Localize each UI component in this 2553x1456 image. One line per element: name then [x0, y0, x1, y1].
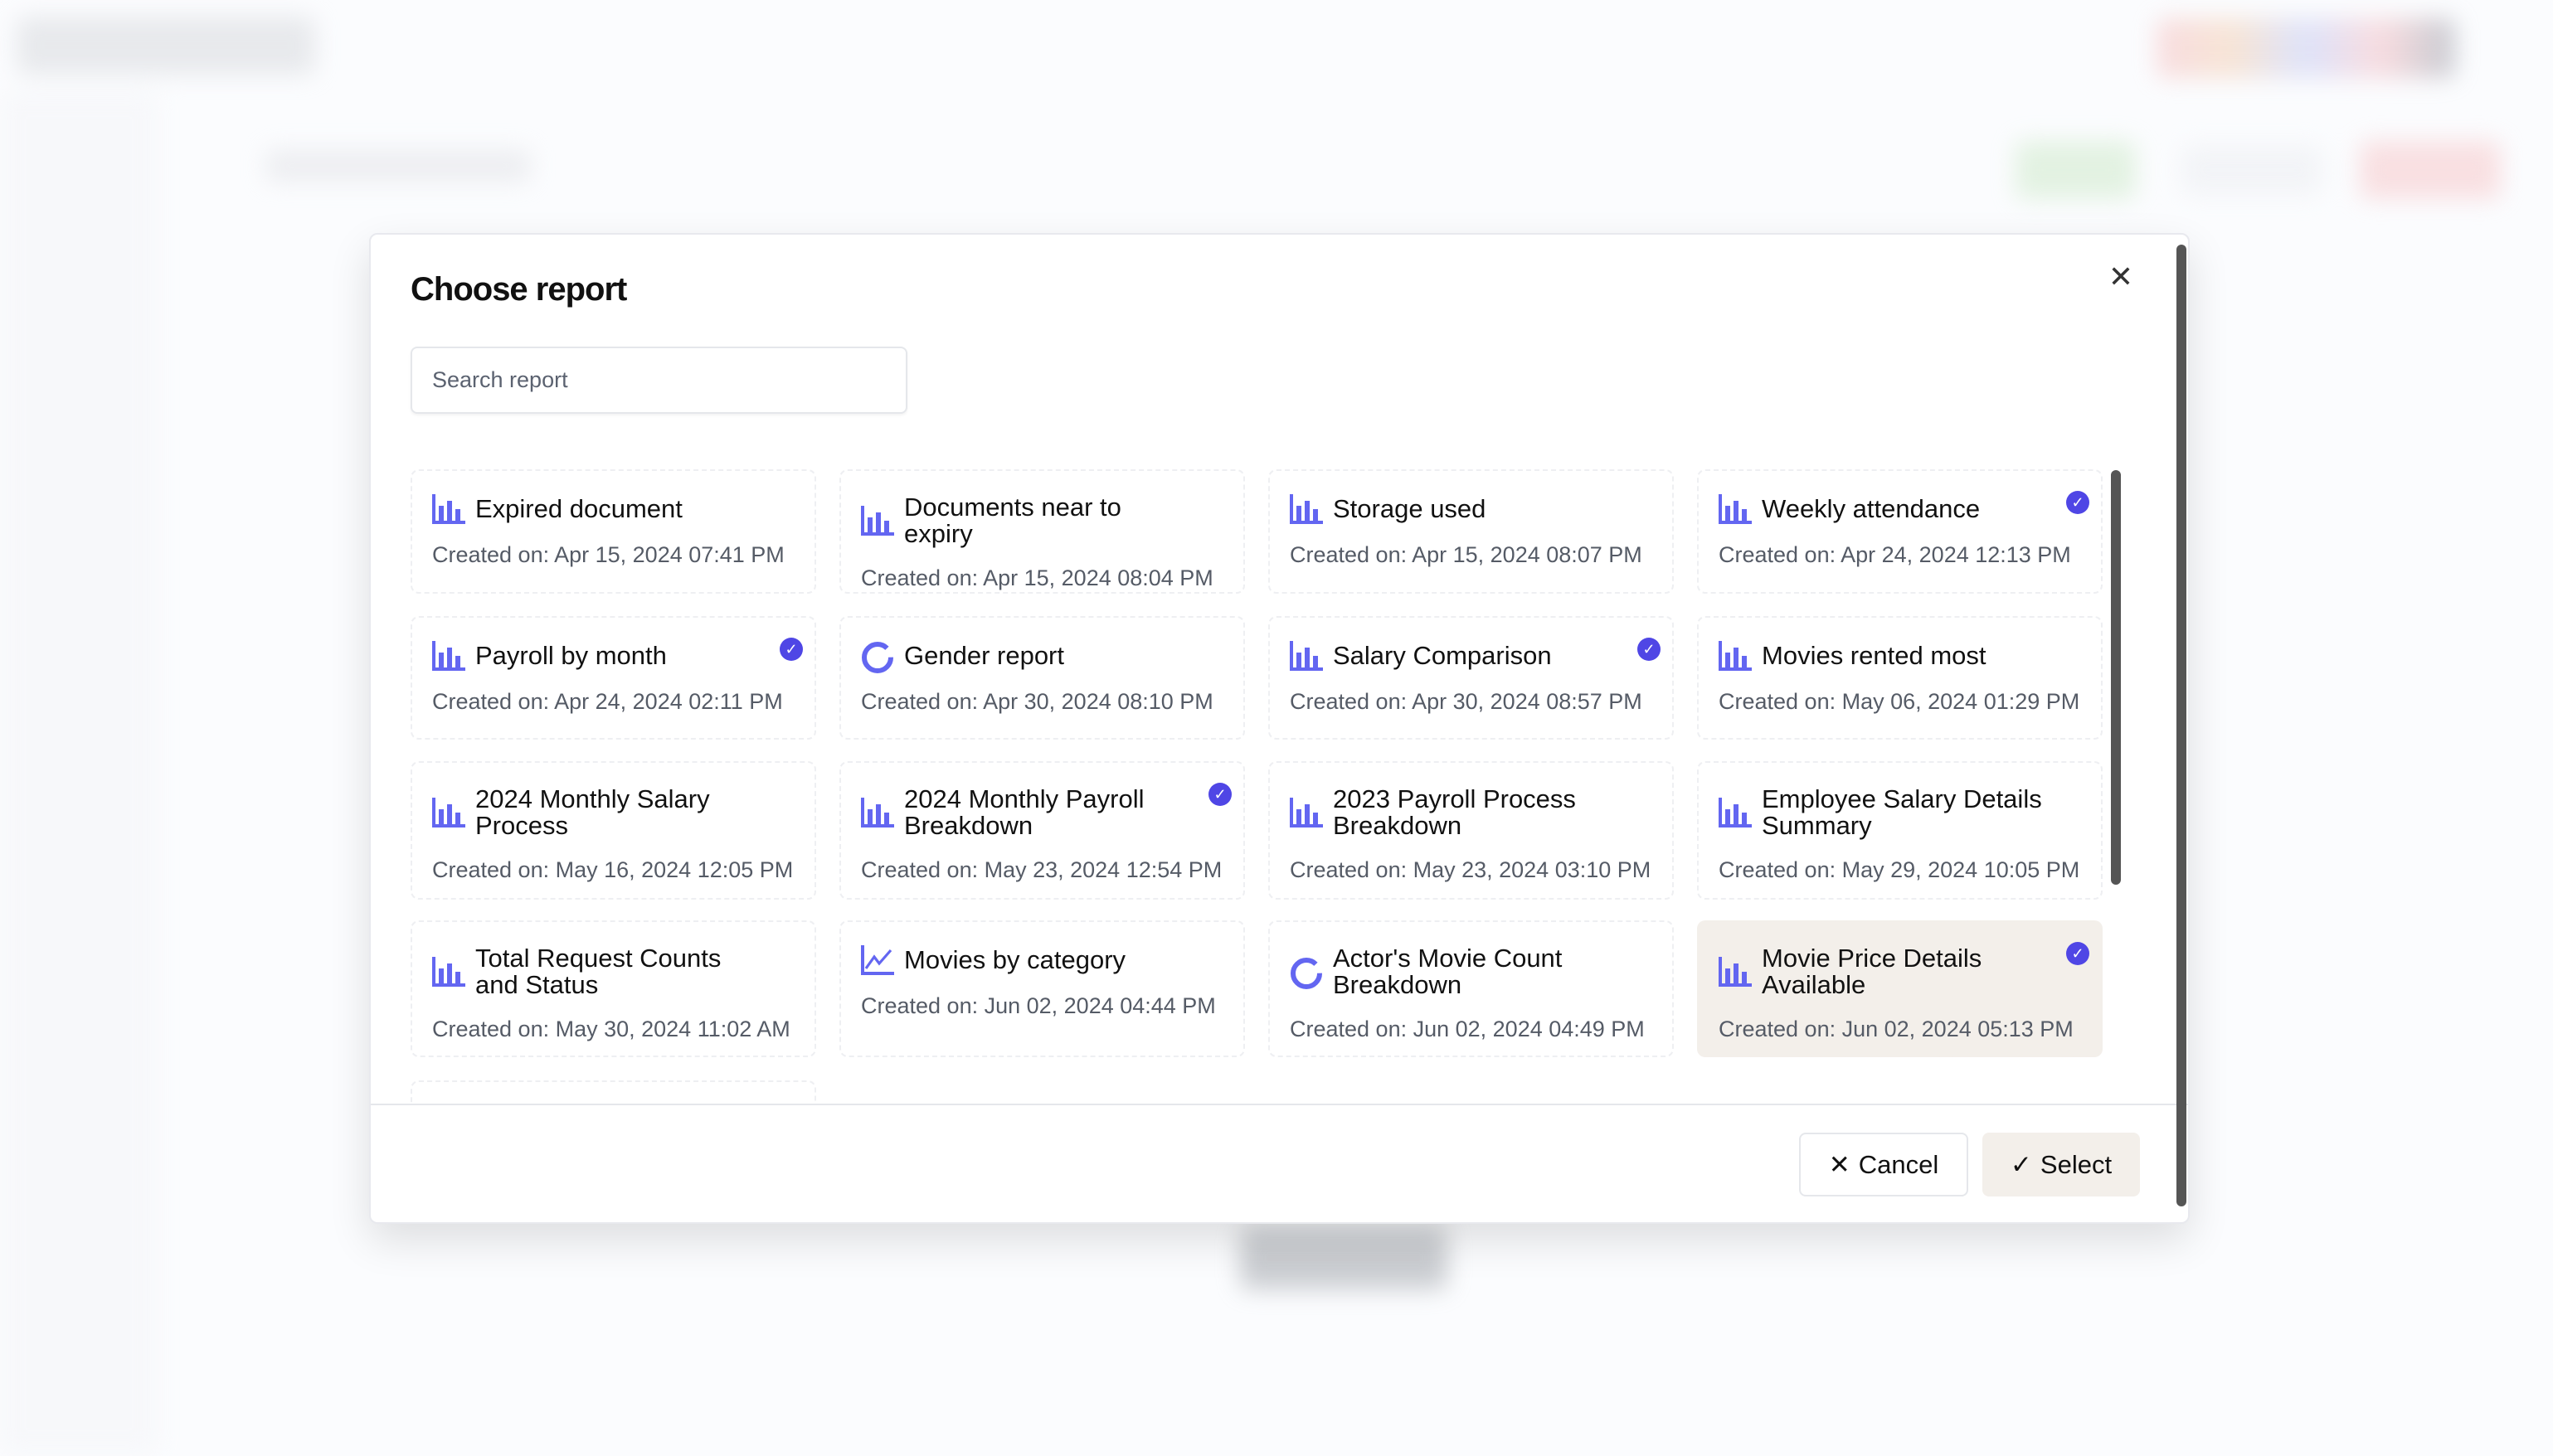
select-button[interactable]: ✓ Select — [1982, 1133, 2140, 1196]
report-name: Actor's Movie Count Breakdown — [1333, 944, 1563, 999]
report-created-date: Created on: Apr 24, 2024 12:13 PM — [1719, 542, 2071, 567]
bar-chart-icon — [861, 506, 894, 536]
bar-chart-icon — [1719, 798, 1752, 827]
report-name: 2024 Monthly Payroll Breakdown — [904, 784, 1145, 840]
report-created-date: Created on: May 06, 2024 01:29 PM — [1719, 689, 2080, 714]
report-card[interactable]: Documents near to expiry Created on: Apr … — [839, 469, 1245, 594]
dialog-title: Choose report — [411, 271, 627, 308]
bar-chart-icon — [1719, 494, 1752, 524]
report-card[interactable]: Salary Comparison Created on: Apr 30, 202… — [1268, 616, 1674, 740]
bar-chart-icon — [1719, 641, 1752, 671]
cancel-label: Cancel — [1858, 1149, 1939, 1179]
report-card[interactable]: Movies by category Created on: Jun 02, 20… — [839, 920, 1245, 1057]
report-created-date: Created on: May 23, 2024 12:54 PM — [861, 857, 1223, 882]
report-created-date: Created on: Apr 30, 2024 08:57 PM — [1290, 689, 1642, 714]
report-card[interactable]: Payroll by month Created on: Apr 24, 2024… — [411, 616, 816, 740]
report-created-date: Created on: May 30, 2024 11:02 AM — [432, 1017, 790, 1041]
report-name: Movies rented most — [1762, 641, 1986, 670]
report-card[interactable]: Recent Movie Transactions — [411, 1080, 816, 1104]
report-name: Salary Comparison — [1333, 641, 1552, 670]
bar-chart-icon — [1290, 798, 1323, 827]
report-name: Weekly attendance — [1762, 494, 1981, 523]
close-icon[interactable]: ✕ — [2108, 260, 2133, 294]
report-card[interactable]: Weekly attendance Created on: Apr 24, 202… — [1697, 469, 2103, 594]
report-card[interactable]: Storage used Created on: Apr 15, 2024 08:… — [1268, 469, 1674, 594]
report-name: Documents near to expiry — [904, 493, 1121, 548]
selected-check-icon: ✓ — [2066, 491, 2089, 514]
donut-chart-icon — [861, 641, 894, 673]
report-created-date: Created on: Apr 15, 2024 08:04 PM — [861, 565, 1213, 590]
bar-chart-icon — [1290, 494, 1323, 524]
report-card[interactable]: Movie Price Details Available Created on:… — [1697, 920, 2103, 1057]
choose-report-dialog: Choose report ✕ Expired document Created … — [369, 233, 2190, 1224]
report-name: 2024 Monthly Salary Process — [475, 784, 710, 840]
report-created-date: Created on: Apr 24, 2024 02:11 PM — [432, 689, 783, 714]
page-scrollbar[interactable] — [2176, 245, 2186, 1206]
bar-chart-icon — [432, 798, 465, 827]
bar-chart-icon — [432, 494, 465, 524]
selected-check-icon: ✓ — [1637, 638, 1661, 661]
line-chart-icon — [861, 945, 894, 975]
report-name: Total Request Counts and Status — [475, 944, 722, 999]
close-icon: ✕ — [1828, 1149, 1850, 1179]
bar-chart-icon — [432, 641, 465, 671]
dialog-footer — [371, 1104, 2188, 1105]
report-created-date: Created on: Apr 15, 2024 07:41 PM — [432, 542, 785, 567]
report-name: Movie Price Details Available — [1762, 944, 1982, 999]
report-name: Expired document — [475, 494, 683, 523]
donut-chart-icon — [1290, 957, 1323, 989]
report-created-date: Created on: May 23, 2024 03:10 PM — [1290, 857, 1651, 882]
report-card[interactable]: 2024 Monthly Payroll Breakdown Created on… — [839, 761, 1245, 900]
report-name: Movies by category — [904, 945, 1126, 974]
search-report-input[interactable] — [411, 347, 907, 414]
report-created-date: Created on: May 16, 2024 12:05 PM — [432, 857, 794, 882]
report-card[interactable]: Actor's Movie Count Breakdown Created on:… — [1268, 920, 1674, 1057]
report-card[interactable]: Total Request Counts and Status Created o… — [411, 920, 816, 1057]
report-name: Payroll by month — [475, 641, 667, 670]
report-name: Employee Salary Details Summary — [1762, 784, 2042, 840]
report-created-date: Created on: Jun 02, 2024 04:49 PM — [1290, 1017, 1645, 1041]
report-card[interactable]: 2023 Payroll Process Breakdown Created on… — [1268, 761, 1674, 900]
report-name: Gender report — [904, 641, 1064, 670]
report-created-date: Created on: Apr 15, 2024 08:07 PM — [1290, 542, 1642, 567]
bar-chart-icon — [861, 798, 894, 827]
check-icon: ✓ — [2010, 1149, 2032, 1179]
grid-scrollbar[interactable] — [2111, 470, 2121, 885]
cancel-button[interactable]: ✕ Cancel — [1799, 1133, 1968, 1196]
report-card[interactable]: 2024 Monthly Salary Process Created on: M… — [411, 761, 816, 900]
report-name: 2023 Payroll Process Breakdown — [1333, 784, 1576, 840]
report-grid: Expired document Created on: Apr 15, 2024… — [411, 459, 2128, 1104]
report-created-date: Created on: Jun 02, 2024 04:44 PM — [861, 993, 1216, 1018]
report-created-date: Created on: May 29, 2024 10:05 PM — [1719, 857, 2080, 882]
select-label: Select — [2040, 1149, 2113, 1179]
selected-check-icon: ✓ — [780, 638, 803, 661]
report-card[interactable]: Employee Salary Details Summary Created o… — [1697, 761, 2103, 900]
report-created-date: Created on: Apr 30, 2024 08:10 PM — [861, 689, 1213, 714]
selected-check-icon: ✓ — [1208, 783, 1232, 806]
report-card[interactable]: Expired document Created on: Apr 15, 2024… — [411, 469, 816, 594]
report-created-date: Created on: Jun 02, 2024 05:13 PM — [1719, 1017, 2074, 1041]
bar-chart-icon — [1719, 957, 1752, 987]
selected-check-icon: ✓ — [2066, 942, 2089, 965]
report-card[interactable]: Movies rented most Created on: May 06, 20… — [1697, 616, 2103, 740]
bar-chart-icon — [432, 957, 465, 987]
report-card[interactable]: Gender report Created on: Apr 30, 2024 08… — [839, 616, 1245, 740]
report-name: Storage used — [1333, 494, 1486, 523]
bar-chart-icon — [1290, 641, 1323, 671]
